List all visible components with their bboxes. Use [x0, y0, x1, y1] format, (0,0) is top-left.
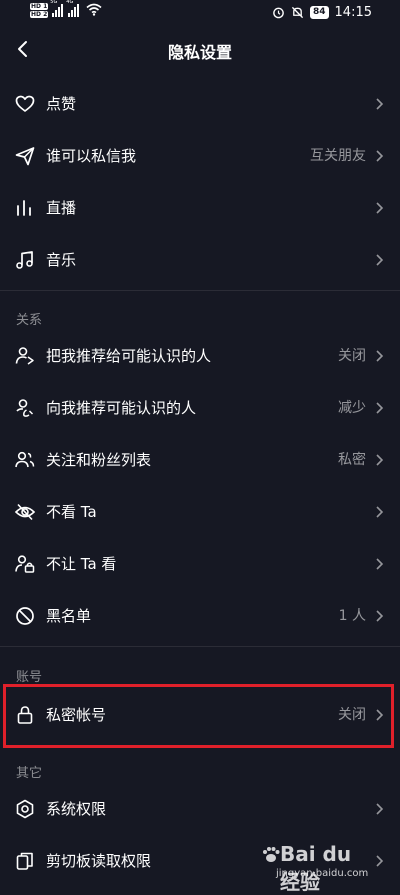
row-value: 减少: [338, 400, 366, 416]
row-label: 把我推荐给可能认识的人: [46, 347, 212, 365]
row-value: 私密: [338, 452, 366, 468]
users-icon: [15, 451, 35, 468]
baidu-watermark: Bai du 经验 jingyan.baidu.com: [260, 838, 378, 894]
row-label: 直播: [46, 199, 77, 217]
row-label: 不看 Ta: [46, 503, 97, 521]
chevron-right-icon: [376, 610, 384, 622]
music-note-icon: [16, 251, 33, 269]
row-label: 私密帐号: [46, 706, 107, 724]
row-recommend-me[interactable]: 把我推荐给可能认识的人 关闭: [0, 331, 400, 383]
chevron-right-icon: [376, 506, 384, 518]
row-label: 关注和粉丝列表: [46, 451, 152, 469]
row-label: 谁可以私信我: [46, 147, 137, 165]
clipboard-icon: [16, 852, 33, 870]
watermark-url: jingyan.baidu.com: [276, 868, 369, 879]
row-label: 点赞: [46, 95, 77, 113]
row-system-permissions[interactable]: 系统权限: [0, 784, 400, 836]
eye-off-icon: [14, 503, 36, 521]
chevron-right-icon: [376, 803, 384, 815]
row-dont-see-ta[interactable]: 不看 Ta: [0, 487, 400, 539]
row-value: 关闭: [338, 348, 366, 364]
row-who-can-message[interactable]: 谁可以私信我 互关朋友: [0, 131, 400, 183]
chevron-right-icon: [376, 202, 384, 214]
alarm-icon: [273, 7, 284, 19]
paw-logo-icon: [263, 847, 280, 862]
chevron-right-icon: [376, 709, 384, 721]
user-recommend-icon: [16, 399, 34, 417]
mute-bell-icon: [291, 6, 304, 19]
row-live[interactable]: 直播: [0, 183, 400, 235]
sim-indicators: HD 1 HD 2: [30, 3, 49, 19]
live-bars-icon: [17, 200, 31, 216]
top-bar: 隐私设置: [0, 28, 400, 72]
chevron-right-icon: [376, 254, 384, 266]
chevron-right-icon: [376, 350, 384, 362]
row-follow-fans-list[interactable]: 关注和粉丝列表 私密: [0, 435, 400, 487]
chevron-right-icon: [376, 402, 384, 414]
battery-indicator: 84: [310, 6, 329, 19]
network-1-label: 5G: [50, 0, 58, 5]
row-label: 音乐: [46, 251, 77, 269]
page-title: 隐私设置: [167, 43, 232, 62]
row-value: 关闭: [338, 707, 366, 723]
row-label: 向我推荐可能认识的人: [46, 399, 197, 417]
sim1-badge: HD 1: [30, 3, 49, 10]
clock: 14:15: [334, 5, 372, 20]
row-dont-let-ta-see[interactable]: 不让 Ta 看: [0, 539, 400, 591]
wifi-icon: [86, 3, 102, 16]
status-bar-left: HD 1 HD 2 5G 4G: [30, 0, 102, 19]
chevron-right-icon: [376, 150, 384, 162]
row-value: 1 人: [338, 608, 366, 624]
hexagon-settings-icon: [16, 799, 34, 819]
row-label: 不让 Ta 看: [46, 555, 117, 573]
send-icon: [15, 147, 35, 166]
row-music[interactable]: 音乐: [0, 235, 400, 287]
row-label: 系统权限: [46, 800, 107, 818]
row-recommend-to-me[interactable]: 向我推荐可能认识的人 减少: [0, 383, 400, 435]
user-lock-icon: [15, 555, 35, 573]
signal-1-icon: 5G: [50, 0, 64, 17]
section-title-other: 其它: [16, 766, 43, 781]
row-value: 互关朋友: [310, 148, 366, 164]
chevron-right-icon: [376, 558, 384, 570]
row-label: 黑名单: [46, 607, 92, 625]
section-title-relations: 关系: [16, 313, 43, 328]
user-share-icon: [15, 347, 34, 365]
status-bar: HD 1 HD 2 5G 4G 84 14:15: [0, 0, 400, 28]
row-blacklist[interactable]: 黑名单 1 人: [0, 591, 400, 643]
status-bar-right: 84 14:15: [272, 5, 372, 20]
lock-icon: [17, 706, 33, 724]
heart-icon: [15, 95, 35, 112]
row-likes[interactable]: 点赞: [0, 79, 400, 131]
section-title-account: 账号: [16, 670, 43, 685]
network-2-label: 4G: [66, 0, 74, 5]
chevron-right-icon: [376, 98, 384, 110]
divider: [0, 290, 400, 291]
sim2-badge: HD 2: [30, 11, 49, 18]
row-label: 剪切板读取权限: [46, 852, 152, 870]
block-icon: [16, 607, 34, 625]
signal-2-icon: 4G: [66, 0, 80, 17]
divider: [0, 646, 400, 647]
row-private-account[interactable]: 私密帐号 关闭: [0, 690, 400, 742]
chevron-right-icon: [376, 454, 384, 466]
